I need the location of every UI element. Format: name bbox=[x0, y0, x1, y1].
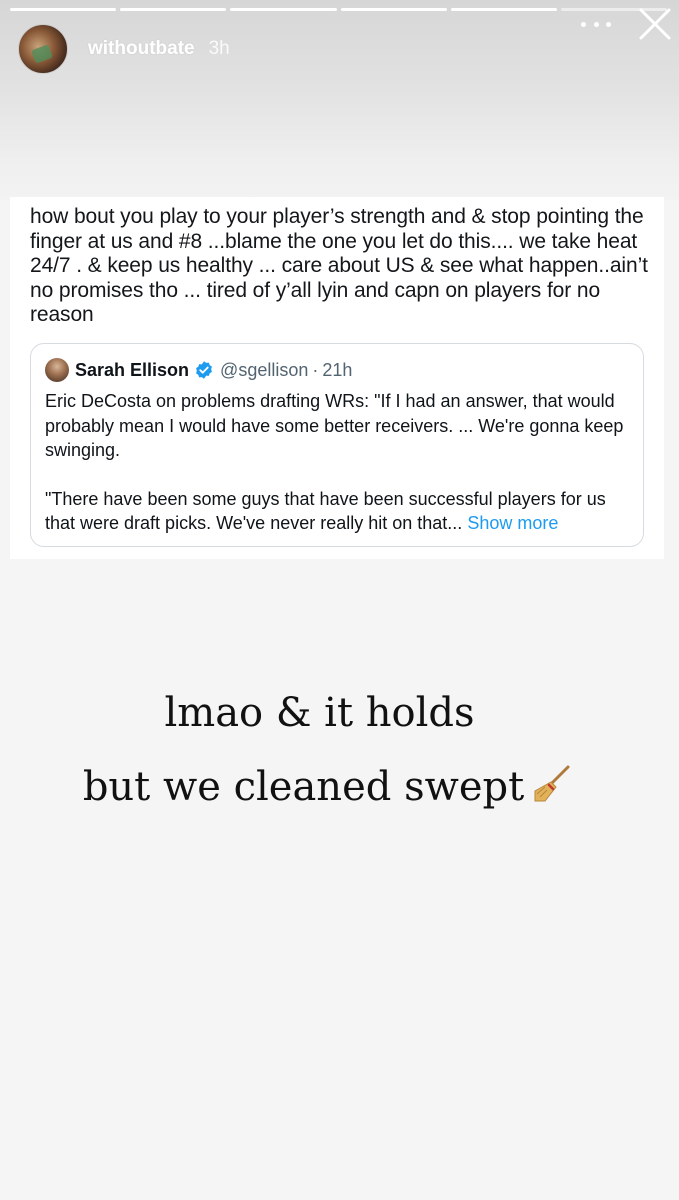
progress-fill bbox=[340, 8, 447, 11]
progress-segment bbox=[450, 8, 557, 11]
progress-segment bbox=[10, 8, 117, 11]
progress-segment bbox=[230, 8, 337, 11]
username[interactable]: withoutbate bbox=[88, 38, 195, 60]
more-options-button[interactable] bbox=[581, 14, 611, 34]
quoted-author-name: Sarah Ellison bbox=[75, 359, 190, 380]
quoted-paragraph: Eric DeCosta on problems drafting WRs: "… bbox=[45, 391, 624, 460]
close-icon[interactable] bbox=[633, 2, 677, 46]
quoted-tweet-time: 21h bbox=[322, 359, 353, 380]
progress-fill bbox=[120, 8, 227, 11]
story-progress-bars bbox=[10, 8, 668, 11]
progress-fill bbox=[450, 8, 557, 11]
more-dots-icon bbox=[606, 21, 611, 27]
quoted-avatar bbox=[45, 358, 69, 382]
progress-segment bbox=[120, 8, 227, 11]
story-header: withoutbate 3h bbox=[18, 24, 668, 74]
broom-icon bbox=[534, 765, 570, 802]
story-caption-line-1: lmao & it holds bbox=[164, 690, 475, 736]
quoted-tweet: Sarah Ellison @sgellison · 21h Eric DeCo… bbox=[30, 343, 644, 547]
story-caption-line-2: but we cleaned swept bbox=[0, 764, 667, 810]
quoted-author-handle: @sgellison bbox=[220, 359, 309, 380]
caption-text: but we cleaned swept bbox=[82, 764, 525, 810]
avatar[interactable] bbox=[18, 24, 68, 74]
post-time: 3h bbox=[208, 38, 230, 59]
separator-dot: · bbox=[312, 359, 319, 380]
tweet-screenshot: how bout you play to your player’s stren… bbox=[10, 197, 664, 559]
show-more-link[interactable]: Show more bbox=[467, 513, 558, 533]
quoted-tweet-body: Eric DeCosta on problems drafting WRs: "… bbox=[45, 389, 635, 536]
quoted-paragraph: "There have been some guys that have bee… bbox=[45, 487, 635, 536]
progress-fill bbox=[230, 8, 337, 11]
quoted-tweet-header: Sarah Ellison @sgellison · 21h bbox=[45, 358, 352, 382]
verified-badge-icon bbox=[196, 361, 212, 379]
more-dots-icon bbox=[581, 21, 586, 27]
more-dots-icon bbox=[593, 21, 599, 27]
progress-segment bbox=[340, 8, 447, 11]
progress-fill bbox=[10, 8, 117, 11]
tweet-text: how bout you play to your player’s stren… bbox=[30, 205, 648, 326]
